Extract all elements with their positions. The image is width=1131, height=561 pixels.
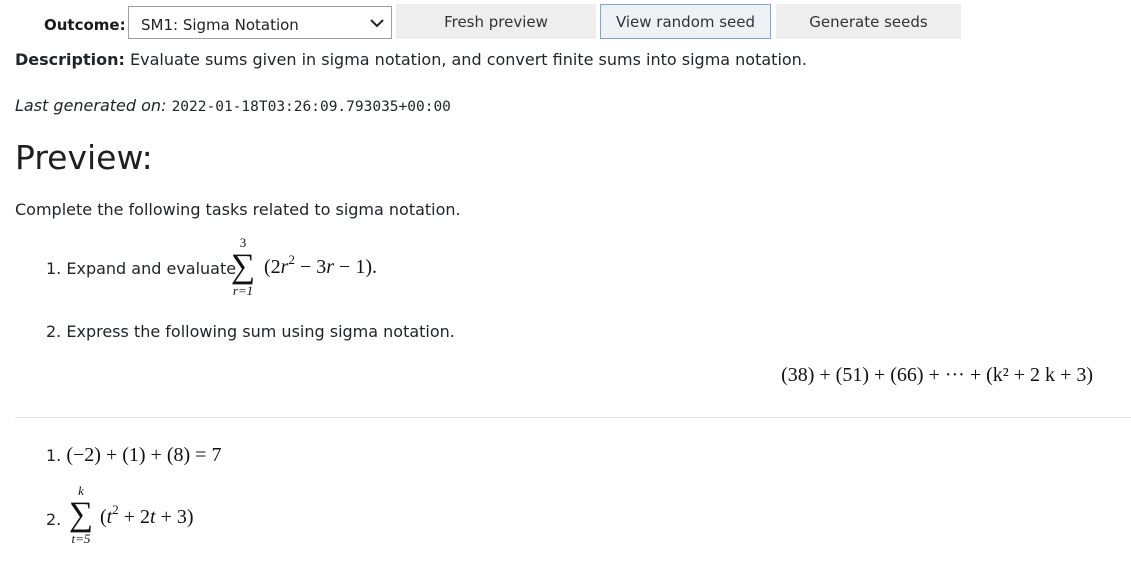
task-2-number: 2. [46,322,62,341]
description: Description: Evaluate sums given in sigm… [15,50,807,69]
toolbar: Outcome: SM1: Sigma Notation Fresh previ… [0,4,1131,40]
description-text: Evaluate sums given in sigma notation, a… [129,50,807,69]
outcome-label: Outcome: [44,16,126,34]
generate-seeds-button[interactable]: Generate seeds [776,4,961,39]
answer-1-expression: (−2) + (1) + (8) = 7 [66,444,222,466]
answer-2-expression: (t2 + 2t + 3) [100,502,194,528]
description-label: Description: [15,50,125,69]
chevron-down-icon [370,19,384,28]
last-generated: Last generated on: 2022-01-18T03:26:09.7… [15,96,451,115]
task-2: 2. Express the following sum using sigma… [46,322,455,341]
sigma-symbol: ∑ [230,248,256,285]
preview-intro: Complete the following tasks related to … [15,200,461,219]
divider [15,417,1131,418]
answer-2-number: 2. [46,510,62,529]
task-2-display-sum: (38) + (51) + (66) + ··· + (k² + 2 k + 3… [781,364,1093,386]
last-generated-label: Last generated on: [15,96,167,115]
view-random-seed-button[interactable]: View random seed [600,4,771,39]
task-1-text: Expand and evaluate [66,259,237,278]
answer-2-sigma: k ∑ t=5 [64,484,98,546]
task-1-expression: (2r2 − 3r − 1). [264,252,377,278]
last-generated-timestamp: 2022-01-18T03:26:09.793035+00:00 [171,99,451,115]
task-1-number: 1. [46,259,62,278]
task-1-suffix: . [372,256,377,278]
sigma-symbol: ∑ [68,496,94,533]
answer-1: 1. (−2) + (1) + (8) = 7 [46,444,221,467]
task-1: 1. Expand and evaluate [46,259,236,278]
outcome-selected-value: SM1: Sigma Notation [141,16,299,34]
preview-heading: Preview: [15,138,153,177]
answer-1-number: 1. [46,446,62,465]
fresh-preview-button[interactable]: Fresh preview [396,4,596,39]
task-2-text: Express the following sum using sigma no… [66,322,455,341]
task-1-sigma: 3 ∑ r=1 [226,236,260,298]
outcome-select[interactable]: SM1: Sigma Notation [128,6,392,39]
answer-2-sigma-lower: t=5 [71,531,91,546]
task-1-sigma-lower: r=1 [232,283,254,298]
